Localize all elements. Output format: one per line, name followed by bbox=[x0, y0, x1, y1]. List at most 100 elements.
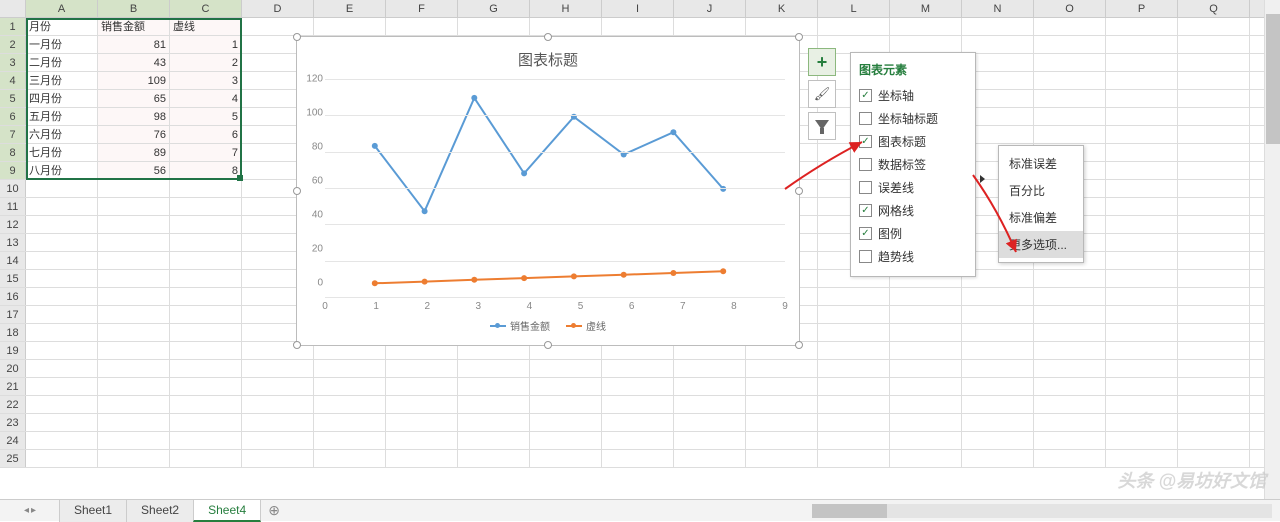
column-header[interactable]: O bbox=[1034, 0, 1106, 17]
cell[interactable] bbox=[26, 288, 98, 305]
cell[interactable]: 1 bbox=[170, 36, 242, 53]
cell[interactable] bbox=[386, 450, 458, 467]
cell[interactable] bbox=[386, 396, 458, 413]
new-sheet-button[interactable]: ⊕ bbox=[261, 502, 287, 519]
cell[interactable] bbox=[1178, 360, 1250, 377]
cell[interactable] bbox=[1106, 72, 1178, 89]
cell[interactable] bbox=[242, 432, 314, 449]
column-header[interactable]: P bbox=[1106, 0, 1178, 17]
panel-checkbox-item[interactable]: 数据标签 bbox=[859, 153, 967, 176]
cell[interactable] bbox=[242, 450, 314, 467]
cell[interactable] bbox=[1034, 288, 1106, 305]
cell[interactable] bbox=[818, 342, 890, 359]
hscroll-thumb[interactable] bbox=[812, 504, 887, 518]
cell[interactable] bbox=[890, 342, 962, 359]
column-header[interactable]: H bbox=[530, 0, 602, 17]
cell[interactable] bbox=[314, 432, 386, 449]
cell[interactable] bbox=[98, 414, 170, 431]
cell[interactable]: 八月份 bbox=[26, 162, 98, 179]
cell[interactable] bbox=[386, 432, 458, 449]
cell[interactable] bbox=[26, 450, 98, 467]
cell[interactable] bbox=[26, 396, 98, 413]
chart-resize-handle[interactable] bbox=[795, 33, 803, 41]
cell[interactable]: 六月份 bbox=[26, 126, 98, 143]
cell[interactable] bbox=[818, 396, 890, 413]
cell[interactable] bbox=[1106, 288, 1178, 305]
cell[interactable] bbox=[890, 36, 962, 53]
column-header[interactable]: I bbox=[602, 0, 674, 17]
horizontal-scrollbar[interactable] bbox=[295, 504, 1272, 518]
embedded-chart[interactable]: 图表标题 020406080100120 0123456789 销售金额虚线 bbox=[296, 36, 800, 346]
cell[interactable] bbox=[26, 216, 98, 233]
cell[interactable] bbox=[386, 414, 458, 431]
cell[interactable] bbox=[26, 324, 98, 341]
cell[interactable] bbox=[1106, 54, 1178, 71]
row-header[interactable]: 22 bbox=[0, 396, 26, 413]
cell[interactable] bbox=[962, 36, 1034, 53]
row-header[interactable]: 6 bbox=[0, 108, 26, 125]
chart-resize-handle[interactable] bbox=[293, 341, 301, 349]
cell[interactable] bbox=[26, 252, 98, 269]
row-header[interactable]: 13 bbox=[0, 234, 26, 251]
cell[interactable] bbox=[962, 288, 1034, 305]
cell[interactable] bbox=[746, 360, 818, 377]
cell[interactable] bbox=[1178, 90, 1250, 107]
submenu-item[interactable]: 标准误差 bbox=[999, 150, 1083, 177]
cell[interactable] bbox=[170, 396, 242, 413]
column-header[interactable]: B bbox=[98, 0, 170, 17]
cell[interactable] bbox=[314, 360, 386, 377]
cell[interactable] bbox=[170, 288, 242, 305]
chart-elements-button[interactable]: + bbox=[808, 48, 836, 76]
cell[interactable] bbox=[26, 306, 98, 323]
cell[interactable] bbox=[602, 414, 674, 431]
vscroll-thumb[interactable] bbox=[1266, 14, 1280, 144]
sheet-tab[interactable]: Sheet2 bbox=[126, 500, 194, 522]
cell[interactable] bbox=[1178, 162, 1250, 179]
cell[interactable] bbox=[458, 396, 530, 413]
chart-filter-button[interactable] bbox=[808, 112, 836, 140]
cell[interactable] bbox=[314, 18, 386, 35]
cell[interactable] bbox=[530, 414, 602, 431]
cell[interactable] bbox=[170, 234, 242, 251]
cell[interactable] bbox=[314, 396, 386, 413]
cell[interactable] bbox=[98, 306, 170, 323]
cell[interactable] bbox=[26, 378, 98, 395]
cell[interactable] bbox=[1106, 252, 1178, 269]
cell[interactable] bbox=[1106, 324, 1178, 341]
cell[interactable] bbox=[26, 342, 98, 359]
cell[interactable]: 月份 bbox=[26, 18, 98, 35]
row-header[interactable]: 21 bbox=[0, 378, 26, 395]
cell[interactable] bbox=[170, 252, 242, 269]
cell[interactable] bbox=[1034, 432, 1106, 449]
cell[interactable] bbox=[530, 378, 602, 395]
cell[interactable] bbox=[1106, 396, 1178, 413]
cell[interactable] bbox=[98, 252, 170, 269]
cell[interactable] bbox=[674, 432, 746, 449]
chart-plot-area[interactable]: 020406080100120 0123456789 bbox=[325, 79, 785, 297]
cell[interactable] bbox=[1178, 288, 1250, 305]
cell[interactable] bbox=[746, 378, 818, 395]
cell[interactable] bbox=[962, 432, 1034, 449]
cell[interactable] bbox=[26, 414, 98, 431]
cell[interactable] bbox=[962, 414, 1034, 431]
cell[interactable] bbox=[890, 288, 962, 305]
column-header[interactable]: F bbox=[386, 0, 458, 17]
row-header[interactable]: 7 bbox=[0, 126, 26, 143]
cell[interactable] bbox=[530, 432, 602, 449]
cell[interactable] bbox=[1178, 18, 1250, 35]
cell[interactable] bbox=[1178, 54, 1250, 71]
cell[interactable] bbox=[1034, 54, 1106, 71]
column-header[interactable]: A bbox=[26, 0, 98, 17]
cell[interactable] bbox=[170, 198, 242, 215]
cell[interactable] bbox=[458, 414, 530, 431]
cell[interactable]: 3 bbox=[170, 72, 242, 89]
cell[interactable] bbox=[1178, 450, 1250, 467]
cell[interactable]: 七月份 bbox=[26, 144, 98, 161]
cell[interactable] bbox=[170, 270, 242, 287]
cell[interactable] bbox=[1034, 396, 1106, 413]
cell[interactable] bbox=[530, 450, 602, 467]
cell[interactable] bbox=[1106, 306, 1178, 323]
vertical-scrollbar[interactable] bbox=[1264, 0, 1280, 499]
cell[interactable] bbox=[386, 378, 458, 395]
panel-checkbox-item[interactable]: 趋势线 bbox=[859, 245, 967, 268]
